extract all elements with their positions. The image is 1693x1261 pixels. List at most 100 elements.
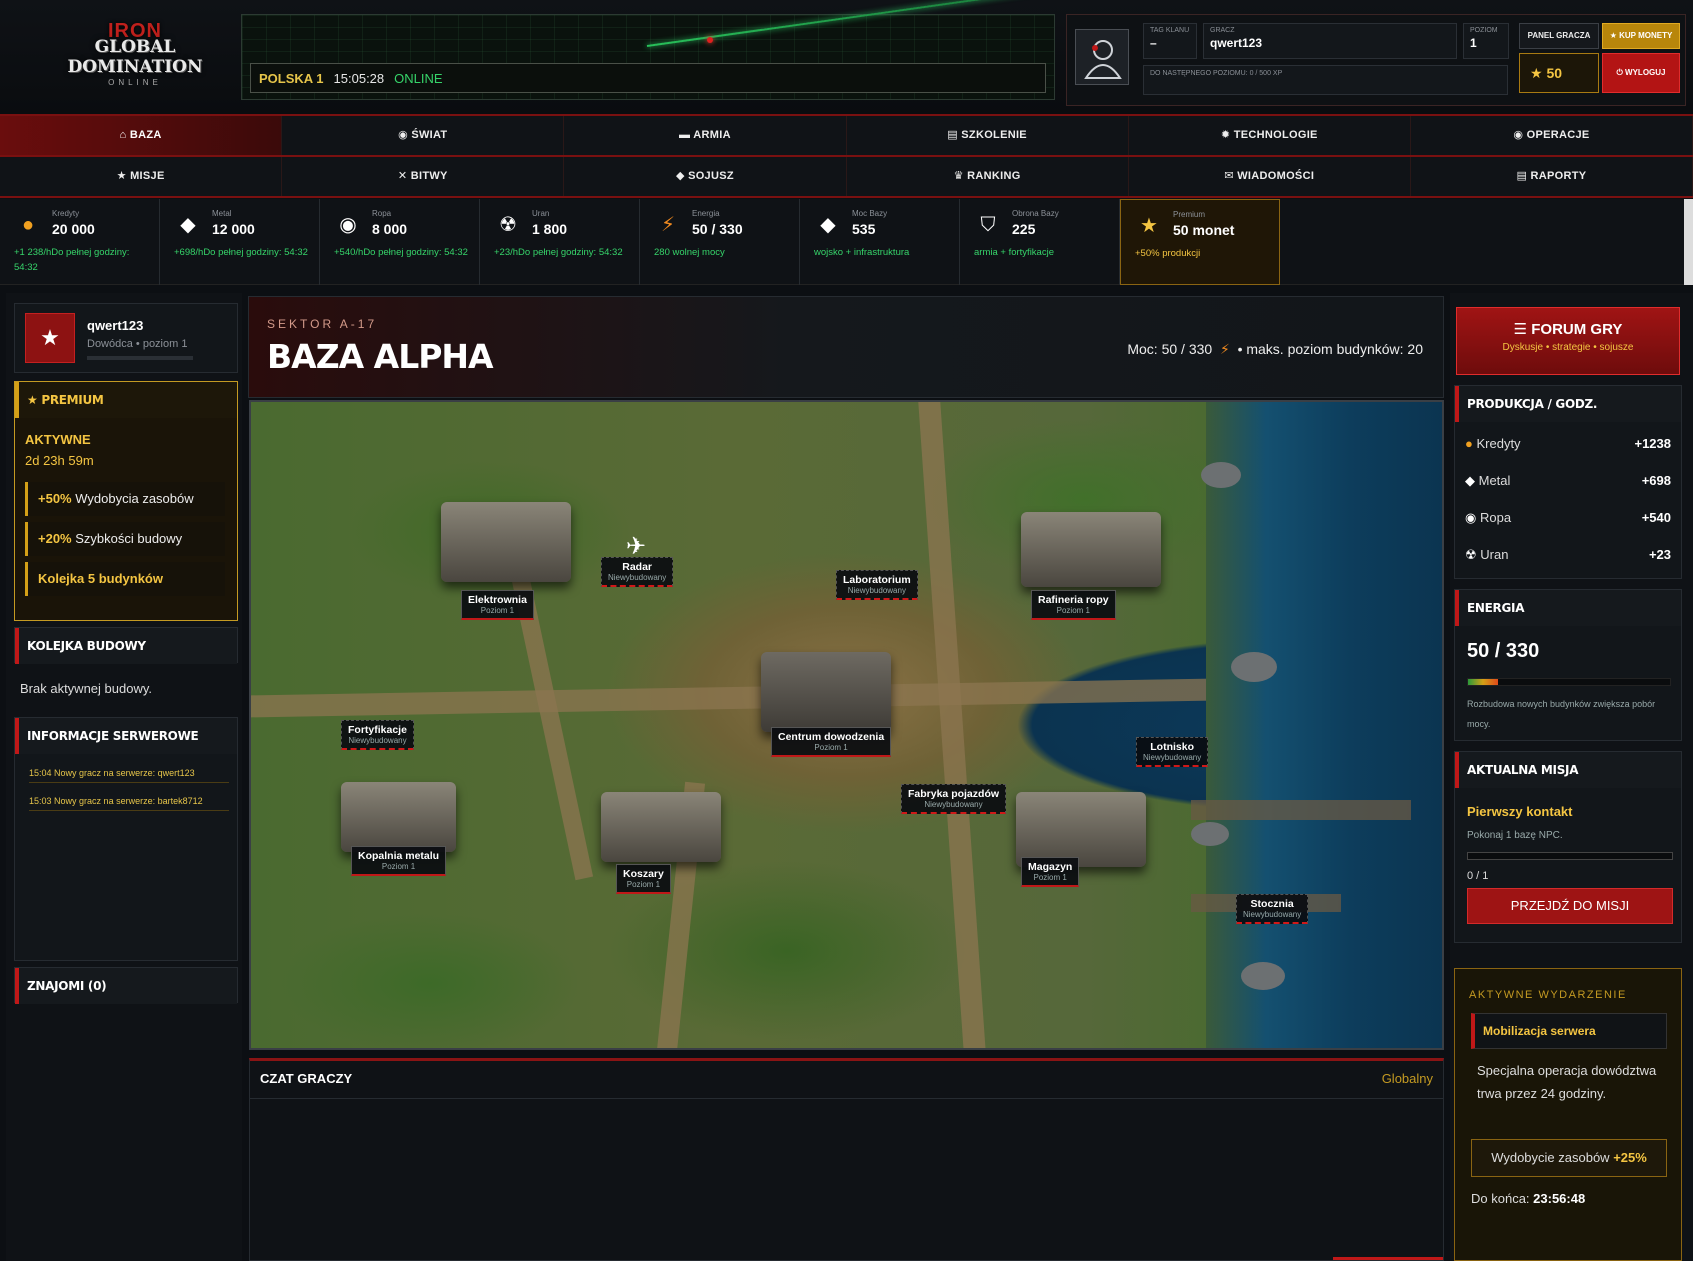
building-barracks[interactable] — [601, 792, 721, 862]
map-road — [918, 402, 986, 1048]
building-warehouse[interactable] — [1016, 792, 1146, 867]
nav-technologie[interactable]: ✹ TECHNOLOGIE — [1129, 116, 1411, 155]
player-chat[interactable]: CZAT GRACZY Globalny — [249, 1058, 1444, 1261]
server-name: POLSKA 1 — [259, 70, 324, 86]
chat-divider — [250, 1098, 1443, 1099]
nav-misje[interactable]: ★ MISJE — [0, 157, 283, 196]
production-icon: ◆ — [1465, 473, 1475, 488]
building-label[interactable]: Elektrownia Poziom 1 — [461, 590, 534, 620]
resource-subtext: armia + fortyfikacje — [974, 247, 1054, 258]
server-info-title: INFORMACJE SERWEROWE — [15, 718, 237, 754]
log-time: 15:04 — [29, 768, 52, 778]
resource-5[interactable]: ◆ Moc Bazy 535 wojsko + infrastruktura — [800, 199, 960, 285]
clan-tag-label: TAG KLANU — [1150, 27, 1190, 34]
building-label[interactable]: Stocznia Niewybudowany — [1236, 894, 1309, 924]
chat-scope-toggle[interactable]: Globalny — [1382, 1071, 1433, 1086]
premium-bonus: Kolejka 5 budynków — [25, 562, 225, 596]
base-map[interactable]: ✈ Elektrownia Poziom 1 Radar Niewybudowany L… — [249, 400, 1444, 1050]
building-label[interactable]: Lotnisko Niewybudowany — [1136, 737, 1209, 767]
nav-sojusz[interactable]: ◆ SOJUSZ — [564, 157, 847, 196]
shield-icon: ⛉ — [980, 214, 996, 236]
resource-7[interactable]: ★ Premium 50 monet +50% produkcji — [1120, 199, 1280, 285]
premium-bonus: +20% Szybkości budowy — [25, 522, 225, 556]
radar-sweep — [646, 0, 1034, 47]
resource-1[interactable]: ◆ Metal 12 000 +698/hDo pełnej godziny: 54:… — [160, 199, 320, 285]
building-name: Radar — [622, 561, 653, 573]
mission-progress: 0 / 1 — [1467, 870, 1489, 882]
nav-baza[interactable]: ⌂ BAZA — [0, 116, 283, 155]
nav-ranking[interactable]: ♛ RANKING — [847, 157, 1129, 196]
building-label[interactable]: Fortyfikacje Niewybudowany — [341, 720, 414, 750]
event-name[interactable]: Mobilizacja serwera — [1471, 1013, 1667, 1049]
premium-title: ★ PREMIUM — [15, 382, 237, 418]
nav-operacje[interactable]: ◉ OPERACJE — [1411, 116, 1693, 155]
mission-name: Pierwszy kontakt — [1467, 804, 1573, 819]
building-power-plant[interactable] — [441, 502, 571, 582]
user-rank: Dowódca • poziom 1 — [87, 338, 188, 350]
building-label[interactable]: Kopalnia metalu Poziom 1 — [351, 846, 447, 876]
nav-raporty[interactable]: ▤ RAPORTY — [1411, 157, 1693, 196]
building-label[interactable]: Centrum dowodzenia Poziom 1 — [771, 727, 892, 757]
go-to-mission-button[interactable]: PRZEJDŹ DO MISJI — [1467, 888, 1673, 924]
event-end-label: Do końca: — [1471, 1191, 1534, 1206]
resource-label: Uran — [532, 209, 550, 218]
player-name-field: GRACZ qwert123 — [1203, 23, 1457, 59]
building-name: Koszary — [623, 868, 664, 880]
resource-subtext: +23/hDo pełnej godziny: 54:32 — [494, 247, 623, 258]
xp-progress: DO NASTĘPNEGO POZIOMU: 0 / 500 XP — [1143, 65, 1508, 95]
production-name: Ropa — [1479, 510, 1512, 525]
premium-time-left: 2d 23h 59m — [25, 453, 94, 468]
building-label[interactable]: Magazyn Poziom 1 — [1021, 857, 1080, 887]
production-row: ◉ Ropa +540 — [1465, 510, 1671, 526]
friends-panel[interactable]: ZNAJOMI (0) — [14, 967, 238, 1004]
nav-szkolenie[interactable]: ▤ SZKOLENIE — [847, 116, 1129, 155]
top-header: IRON GLOBAL DOMINATION ONLINE POLSKA 1 1… — [0, 0, 1693, 116]
player-info-panel: TAG KLANU – GRACZ qwert123 POZIOM 1 DO N… — [1066, 14, 1686, 106]
building-name: Fortyfikacje — [348, 724, 407, 736]
server-time: 15:05:28 — [333, 70, 385, 86]
nav-bitwy[interactable]: ✕ BITWY — [282, 157, 565, 196]
building-label[interactable]: Fabryka pojazdów Niewybudowany — [901, 784, 1007, 814]
building-status: Poziom 1 — [480, 606, 515, 615]
logo-online: ONLINE — [108, 78, 162, 87]
forum-button[interactable]: ☰ FORUM GRY Dyskusje • strategie • sojus… — [1456, 307, 1680, 375]
log-text: Nowy gracz na serwerze: bartek8712 — [54, 796, 203, 806]
production-row: ◆ Metal +698 — [1465, 473, 1671, 489]
avatar[interactable] — [1075, 29, 1129, 85]
resource-3[interactable]: ☢ Uran 1 800 +23/hDo pełnej godziny: 54:32 — [480, 199, 640, 285]
event-bonus-value: +25% — [1613, 1150, 1647, 1165]
nav-armia[interactable]: ▬ ARMIA — [564, 116, 847, 155]
building-label[interactable]: Radar Niewybudowany — [601, 557, 674, 587]
building-name: Rafineria ropy — [1038, 594, 1109, 606]
logout-button[interactable]: ⏻ WYLOGUJ — [1602, 53, 1680, 93]
building-refinery[interactable] — [1021, 512, 1161, 587]
resource-4[interactable]: ⚡ Energia 50 / 330 280 wolnej mocy — [640, 199, 800, 285]
resource-2[interactable]: ◉ Ropa 8 000 +540/hDo pełnej godziny: 54:32 — [320, 199, 480, 285]
user-card[interactable]: ★ qwert123 Dowódca • poziom 1 — [14, 303, 238, 373]
map-road — [251, 678, 1211, 718]
energy-title: ENERGIA — [1455, 590, 1681, 626]
building-label[interactable]: Laboratorium Niewybudowany — [836, 570, 918, 600]
build-queue-panel[interactable]: KOLEJKA BUDOWY — [14, 627, 238, 664]
building-label[interactable]: Rafineria ropy Poziom 1 — [1031, 590, 1116, 620]
nav-swiat[interactable]: ◉ ŚWIAT — [282, 116, 565, 155]
game-logo[interactable]: IRON GLOBAL DOMINATION ONLINE — [30, 20, 240, 100]
resource-bar-scrollbar[interactable] — [1684, 199, 1693, 285]
buy-coins-button[interactable]: ★ KUP MONETY — [1602, 23, 1680, 49]
mission-progress-bar — [1467, 852, 1673, 860]
resource-0[interactable]: ● Kredyty 20 000 +1 238/hDo pełnej godziny:… — [0, 199, 160, 285]
resource-6[interactable]: ⛉ Obrona Bazy 225 armia + fortyfikacje — [960, 199, 1120, 285]
player-panel-button[interactable]: PANEL GRACZA — [1519, 23, 1599, 49]
resource-value: 225 — [1012, 221, 1036, 237]
premium-bonus: +50% Wydobycia zasobów — [25, 482, 225, 516]
building-label[interactable]: Koszary Poziom 1 — [616, 864, 671, 894]
building-metal-mine[interactable] — [341, 782, 456, 852]
production-value: +23 — [1648, 547, 1671, 562]
mission-panel: AKTUALNA MISJA Pierwszy kontakt Pokonaj … — [1454, 751, 1682, 943]
production-value: +698 — [1641, 473, 1671, 488]
active-event-panel: AKTYWNE WYDARZENIE Mobilizacja serwera S… — [1454, 968, 1682, 1261]
building-command-center[interactable] — [761, 652, 891, 732]
chat-title: CZAT GRACZY — [260, 1071, 353, 1086]
nav-wiadomosci[interactable]: ✉ WIADOMOŚCI — [1129, 157, 1411, 196]
production-icon: ◉ — [1465, 510, 1477, 525]
